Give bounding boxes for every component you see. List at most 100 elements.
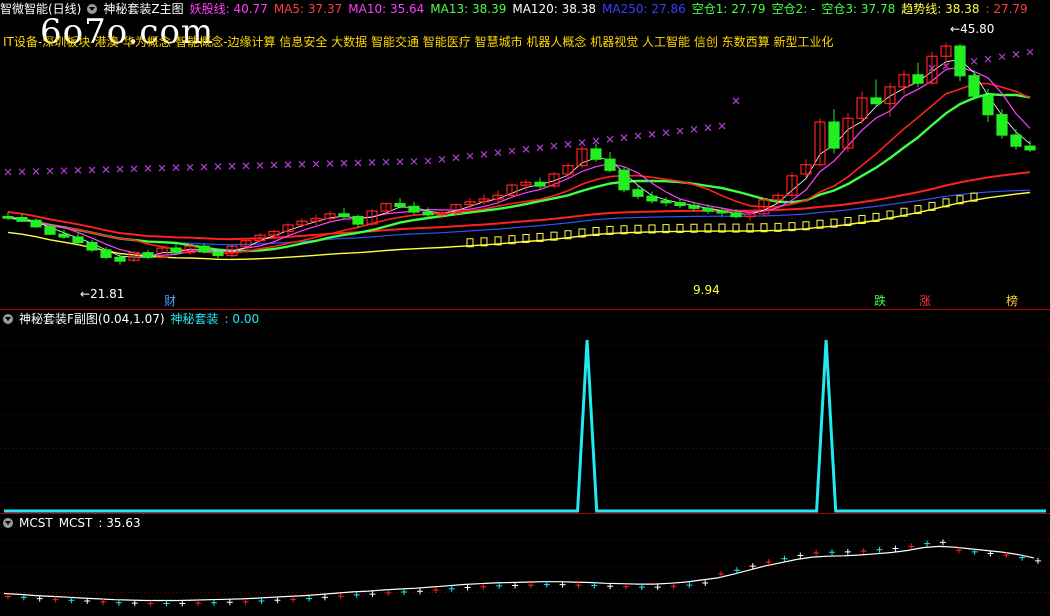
candle — [912, 62, 924, 87]
cross-marker — [382, 158, 390, 166]
candle-body — [618, 169, 630, 191]
indicator-toggle-icon[interactable] — [87, 4, 98, 14]
candle — [128, 250, 140, 263]
candle-body — [72, 236, 84, 244]
sub1-value: 神秘套装: 0.00 — [170, 312, 260, 326]
cross-marker — [18, 168, 26, 176]
cross-marker — [494, 149, 502, 157]
mcst-tick — [607, 583, 614, 590]
candle-body — [604, 158, 616, 171]
candle — [114, 253, 126, 265]
mcst-tick — [131, 600, 138, 607]
candle — [324, 211, 336, 223]
indicator-values: 妖股线: 40.77 MA5: 37.37 MA10: 35.64 MA13: 38.… — [190, 2, 1034, 16]
mcst-tick — [5, 593, 11, 600]
candle — [310, 214, 322, 225]
cross-marker — [144, 164, 152, 172]
indicator-value-1: MA5: 37.37 — [273, 2, 343, 16]
candle — [814, 118, 826, 167]
cross-marker — [172, 164, 180, 172]
cross-marker — [256, 162, 264, 169]
candle — [198, 243, 210, 254]
cross-marker — [1012, 51, 1020, 58]
candle — [100, 247, 112, 260]
cross-marker — [452, 154, 460, 162]
sub1-indicator-line — [4, 339, 1046, 513]
mcst-tick — [813, 550, 820, 557]
cross-marker — [620, 134, 628, 142]
cross-marker — [60, 167, 68, 175]
mcst-tick — [242, 598, 249, 605]
sub1-title[interactable]: 神秘套装F副图(0.04,1.07) — [19, 312, 165, 326]
candle-body — [660, 200, 672, 204]
candle — [800, 159, 812, 178]
cross-marker — [578, 139, 586, 147]
mcst-tick — [860, 548, 867, 555]
mcst-tick — [417, 588, 423, 595]
candle-body — [352, 216, 364, 225]
cross-marker — [46, 167, 54, 175]
grid-lines — [0, 309, 1050, 593]
cross-marker — [200, 163, 208, 171]
mcst-tick — [670, 583, 677, 590]
candle-body — [30, 219, 42, 228]
candlestick-series[interactable] — [2, 42, 1036, 265]
cross-marker — [718, 122, 726, 130]
die-marker: 跌 — [874, 294, 887, 308]
cross-marker — [270, 161, 278, 169]
candle — [828, 109, 840, 154]
mcst-tick — [844, 548, 851, 555]
mcst-tick — [559, 581, 566, 588]
candle-body — [16, 216, 28, 222]
mcst-tick — [401, 589, 408, 596]
sub2-title[interactable]: MCST — [19, 516, 53, 530]
candle — [856, 91, 868, 124]
cross-marker — [410, 157, 418, 165]
cross-marker — [214, 163, 222, 170]
candle — [534, 177, 546, 189]
indicator-value-0: 妖股线: 40.77 — [189, 2, 268, 16]
sub2-toggle-icon[interactable] — [3, 518, 13, 528]
cross-marker — [32, 167, 40, 175]
main-indicator-name[interactable]: 神秘套装Z主图 — [103, 2, 183, 16]
cross-marker — [536, 144, 544, 152]
cross-marker — [970, 57, 978, 65]
sub1-toggle-icon[interactable] — [3, 314, 13, 324]
sub2-value: MCST: 35.63 — [58, 516, 141, 530]
candle-body — [2, 216, 14, 219]
chart-canvas[interactable] — [0, 0, 1050, 616]
cross-marker — [690, 125, 698, 133]
candle-body — [422, 211, 434, 216]
cross-marker — [424, 157, 432, 165]
indicator-value-9: 趋势线: 38.38 — [901, 2, 980, 16]
candle-body — [338, 213, 350, 218]
mcst-tick — [290, 596, 297, 603]
candle-body — [702, 207, 714, 212]
cross-marker — [1026, 48, 1034, 56]
mcst-line — [3, 545, 1035, 602]
candle-body — [534, 181, 546, 187]
candle — [576, 146, 588, 169]
candle-body — [954, 45, 966, 77]
candle-body — [394, 203, 406, 208]
mcst-tick — [179, 600, 186, 607]
candle — [954, 44, 966, 82]
candle-body — [674, 202, 686, 207]
candle-body — [142, 252, 154, 258]
candle — [478, 194, 490, 206]
cross-marker — [4, 168, 12, 176]
candle — [786, 172, 798, 199]
candle — [394, 198, 406, 209]
candle-body — [58, 233, 70, 238]
cross-marker — [88, 166, 96, 174]
mcst-tick — [226, 599, 233, 606]
cross-marker — [676, 127, 684, 135]
candle — [618, 166, 630, 193]
cross-marker — [130, 165, 138, 173]
mcst-tick — [702, 580, 709, 587]
cross-marker — [522, 145, 530, 153]
cross-marker — [662, 129, 670, 137]
mcst-tick — [448, 585, 455, 592]
cross-marker — [648, 130, 656, 138]
concept-tags: IT设备-深圳板块-港澳-华为概念-智能概念-边缘计算 信息安全 大数据 智能交… — [3, 35, 834, 49]
